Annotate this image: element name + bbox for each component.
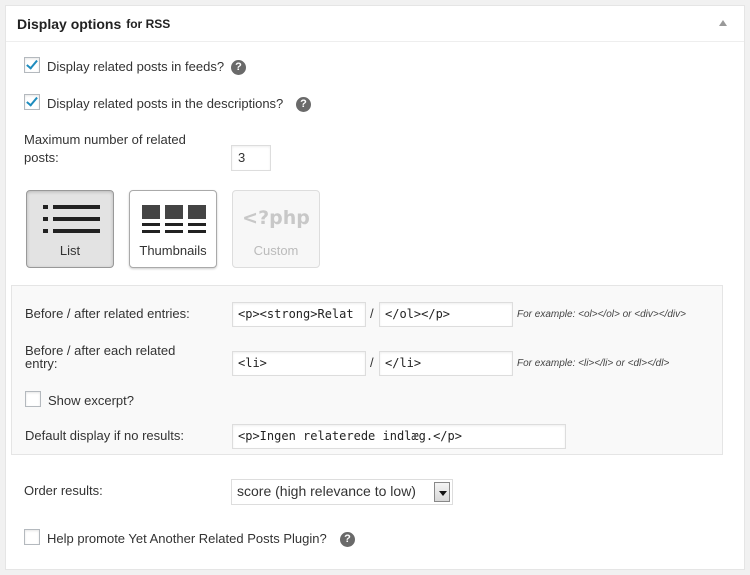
- template-thumbnails-button[interactable]: Thumbnails: [129, 190, 217, 268]
- show-excerpt-checkbox[interactable]: [25, 391, 41, 407]
- collapse-toggle-icon[interactable]: [719, 20, 727, 26]
- feeds-label: Display related posts in feeds?: [47, 59, 225, 74]
- order-results-selected: score (high relevance to low): [237, 483, 416, 499]
- promote-label: Help promote Yet Another Related Posts P…: [47, 531, 327, 546]
- each-entry-label-cont: entry:: [25, 356, 58, 371]
- feeds-checkbox[interactable]: [24, 57, 40, 73]
- list-icon: [43, 205, 100, 235]
- chevron-down-icon[interactable]: [434, 482, 450, 502]
- no-results-input[interactable]: <p>Ingen relaterede indlæg.</p>: [232, 424, 566, 449]
- template-list-button[interactable]: List: [26, 190, 114, 268]
- panel-header[interactable]: Display options for RSS: [6, 6, 744, 42]
- before-after-label: Before / after related entries:: [25, 306, 190, 321]
- before-related-input[interactable]: <p><strong>Relat: [232, 302, 366, 327]
- checkmark-icon: [26, 57, 38, 70]
- max-posts-label-cont: posts:: [24, 150, 59, 165]
- before-each-input[interactable]: <li>: [232, 351, 366, 376]
- show-excerpt-label: Show excerpt?: [48, 393, 134, 408]
- before-after-example: For example: <ol></ol> or <div></div>: [517, 309, 686, 320]
- descriptions-checkbox[interactable]: [24, 94, 40, 110]
- template-custom-label: Custom: [253, 243, 299, 258]
- order-results-select[interactable]: score (high relevance to low): [231, 479, 453, 505]
- separator-slash: /: [370, 306, 374, 321]
- after-related-input[interactable]: </ol></p>: [379, 302, 513, 327]
- help-icon[interactable]: ?: [231, 60, 246, 75]
- separator-slash: /: [370, 355, 374, 370]
- help-icon[interactable]: ?: [296, 97, 311, 112]
- no-results-label: Default display if no results:: [25, 428, 184, 443]
- help-icon[interactable]: ?: [340, 532, 355, 547]
- template-thumbnails-label: Thumbnails: [139, 243, 207, 258]
- thumbnails-icon: [142, 205, 207, 235]
- descriptions-label: Display related posts in the description…: [47, 96, 284, 111]
- checkmark-icon: [26, 94, 38, 107]
- template-list-label: List: [59, 243, 81, 258]
- max-posts-input[interactable]: 3: [231, 145, 271, 171]
- panel-title: Display options: [17, 15, 122, 32]
- panel-title-suffix: for RSS: [126, 16, 171, 31]
- template-custom-button[interactable]: <?php Custom: [232, 190, 320, 268]
- promote-checkbox[interactable]: [24, 529, 40, 545]
- after-each-input[interactable]: </li>: [379, 351, 513, 376]
- each-entry-example: For example: <li></li> or <dl></dl>: [517, 358, 670, 369]
- php-icon: <?php: [242, 207, 310, 229]
- max-posts-label: Maximum number of related: [24, 132, 186, 147]
- order-results-label: Order results:: [24, 483, 103, 498]
